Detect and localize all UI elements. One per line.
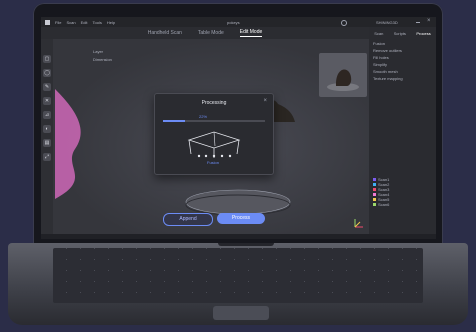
- dialog-close-icon[interactable]: ×: [263, 98, 267, 104]
- histogram: [55, 89, 81, 199]
- menu-tools[interactable]: Tools: [92, 20, 101, 25]
- hinge: [218, 243, 274, 246]
- menu-scan[interactable]: Scan: [66, 20, 75, 25]
- title-bar: File Scan Edit Tools Help pokeys SHINING…: [41, 17, 436, 27]
- settings-icon[interactable]: [341, 20, 347, 26]
- lasso-tool-icon[interactable]: ◯: [43, 69, 51, 77]
- status-bar: [41, 234, 436, 239]
- left-toolbar: ▢ ◯ ✎ ✕ ⊿ ◐ ▤ ⤢: [41, 39, 53, 234]
- tab-scripts[interactable]: Scripts: [394, 31, 406, 36]
- process-options: Fusion Remove outliers Fill holes Simpli…: [373, 41, 403, 81]
- tab-scan[interactable]: Scan: [374, 31, 383, 36]
- trackpad: [213, 306, 269, 320]
- close-icon[interactable]: ×: [427, 18, 431, 24]
- menu-edit[interactable]: Edit: [81, 20, 88, 25]
- mode-tabs: Handheld Scan Table Mode Edit Mode: [41, 27, 369, 39]
- color-swatch: [373, 198, 376, 201]
- preview-thumbnail: [319, 53, 367, 97]
- option-smooth-mesh[interactable]: Smooth mesh: [373, 69, 403, 74]
- frame-list: Scan1 Scan2 Scan3 Scan4 Scan5 Scan6: [373, 177, 433, 207]
- append-button[interactable]: Append: [163, 213, 213, 226]
- menu-help[interactable]: Help: [107, 20, 115, 25]
- option-remove-outliers[interactable]: Remove outliers: [373, 48, 403, 53]
- layer-label: Layer: [93, 49, 104, 54]
- process-button[interactable]: Process: [217, 213, 265, 224]
- option-fusion[interactable]: Fusion: [373, 41, 403, 46]
- fit-view-icon[interactable]: ⤢: [43, 153, 51, 161]
- option-simplify[interactable]: Simplify: [373, 62, 403, 67]
- color-swatch: [373, 183, 376, 186]
- wireframe-preview: [187, 131, 241, 158]
- plane-tool-icon[interactable]: ▤: [43, 139, 51, 147]
- laptop-base: [8, 243, 468, 325]
- axis-gizmo-icon: [354, 219, 363, 228]
- turntable-disc: [185, 189, 291, 215]
- color-swatch: [373, 188, 376, 191]
- progress-track: [163, 120, 265, 122]
- dialog-caption: Fusion: [207, 160, 220, 165]
- dimension-label: Dimension: [93, 57, 112, 62]
- app-logo-icon: [45, 19, 50, 25]
- color-swatch: [373, 203, 376, 206]
- brush-tool-icon[interactable]: ✎: [43, 83, 51, 91]
- list-item[interactable]: Scan6: [373, 202, 433, 207]
- histogram-curve: [55, 89, 81, 199]
- window-title: pokeys: [227, 19, 240, 25]
- minimize-icon[interactable]: [416, 22, 420, 23]
- panel-tabs: Scan Scripts Process: [369, 27, 436, 36]
- progress-fill: [163, 120, 186, 122]
- color-swatch: [373, 178, 376, 181]
- keyboard: [53, 248, 423, 303]
- tab-table-mode[interactable]: Table Mode: [198, 30, 224, 36]
- tab-process[interactable]: Process: [416, 31, 430, 36]
- progress-percent: 22%: [199, 114, 208, 119]
- view-tool-icon[interactable]: ◐: [43, 125, 51, 133]
- select-tool-icon[interactable]: ▢: [43, 55, 51, 63]
- tab-handheld-scan[interactable]: Handheld Scan: [148, 30, 182, 36]
- right-panel: Scan Scripts Process Fusion Remove outli…: [319, 27, 436, 234]
- menu-file[interactable]: File: [55, 20, 61, 25]
- tab-edit-mode[interactable]: Edit Mode: [239, 29, 263, 37]
- processing-dialog: Processing × 22% Fusion: [154, 93, 274, 175]
- option-texture-mapping[interactable]: Texture mapping: [373, 76, 403, 81]
- measure-tool-icon[interactable]: ⊿: [43, 111, 51, 119]
- color-swatch: [373, 193, 376, 196]
- user-name[interactable]: SHINING3D: [376, 20, 398, 25]
- option-fill-holes[interactable]: Fill holes: [373, 55, 403, 60]
- delete-tool-icon[interactable]: ✕: [43, 97, 51, 105]
- dialog-title: Processing: [201, 100, 227, 106]
